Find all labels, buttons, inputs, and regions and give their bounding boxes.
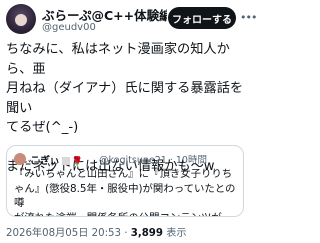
- author-handle[interactable]: @geudv00: [42, 22, 96, 33]
- badge-icon: [61, 157, 70, 165]
- quote-author: こぎぃ 🌹: [30, 152, 83, 167]
- views-label: 表示: [162, 228, 187, 239]
- views-count: 3,899: [130, 228, 163, 239]
- quoted-tweet[interactable]: こぎぃ 🌹 @kogitsune21 · 10時間 『みいちゃんと山田さん』に『頂…: [6, 145, 244, 217]
- timestamp[interactable]: 2026年08月05日 20:53 ·: [6, 228, 131, 239]
- quote-author-name: こぎぃ: [30, 156, 60, 167]
- avatar[interactable]: [6, 4, 36, 34]
- tweet-footer: 2026年08月05日 20:53 · 3,899 表示: [6, 224, 187, 239]
- follow-button[interactable]: フォローする: [168, 7, 236, 29]
- quote-avatar: [14, 153, 26, 165]
- quote-handle-time: @kogitsune21 · 10時間: [99, 155, 207, 166]
- more-icon[interactable]: •••: [240, 11, 257, 24]
- rose-icon: 🌹: [71, 157, 84, 167]
- quote-text: 『みいちゃんと山田さん』に『頂き女子りりち ゃん』(懲役8.5年・服役中)が関わ…: [14, 168, 236, 216]
